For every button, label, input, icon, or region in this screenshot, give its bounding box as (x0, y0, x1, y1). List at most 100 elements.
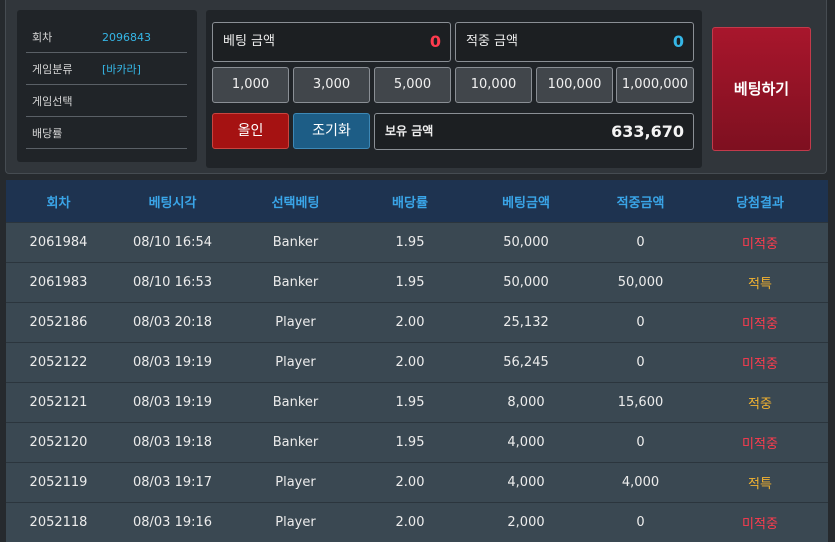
cell-round: 2052120 (6, 423, 111, 463)
info-row-round: 회차 2096843 (26, 24, 187, 53)
cell-odds: 2.00 (357, 303, 463, 343)
cell-win-amount: 15,600 (589, 383, 692, 423)
cell-bet-time: 08/03 19:16 (111, 503, 234, 542)
cell-round: 2052186 (6, 303, 111, 343)
info-label: 회차 (32, 24, 52, 52)
cell-bet-time: 08/03 19:18 (111, 423, 234, 463)
cell-bet-amount: 50,000 (463, 263, 589, 303)
cell-result: 적중 (692, 383, 828, 423)
bet-amount-value: 0 (430, 23, 441, 61)
all-in-button[interactable]: 올인 (212, 113, 289, 149)
cell-bet-amount: 4,000 (463, 423, 589, 463)
cell-odds: 1.95 (357, 223, 463, 263)
cell-odds: 1.95 (357, 263, 463, 303)
win-amount-field: 적중 금액 0 (455, 22, 694, 62)
cell-win-amount: 50,000 (589, 263, 692, 303)
cell-round: 2052121 (6, 383, 111, 423)
table-row: 2052118 08/03 19:16 Player 2.00 2,000 0 … (6, 503, 828, 542)
cell-bet-time: 08/10 16:53 (111, 263, 234, 303)
balance-label: 보유 금액 (385, 114, 433, 149)
cell-bet-time: 08/03 20:18 (111, 303, 234, 343)
cell-bet-amount: 2,000 (463, 503, 589, 542)
table-header-row: 회차 베팅시각 선택베팅 배당률 베팅금액 적중금액 당첨결과 (6, 180, 828, 223)
info-label: 게임분류 (32, 56, 72, 84)
balance-value: 633,670 (611, 114, 684, 149)
info-label: 게임선택 (32, 88, 72, 116)
cell-selection: Player (234, 463, 357, 503)
chip-1000000-button[interactable]: 1,000,000 (616, 67, 694, 103)
cell-win-amount: 0 (589, 503, 692, 542)
chip-100000-button[interactable]: 100,000 (536, 67, 613, 103)
cell-result: 적특 (692, 263, 828, 303)
cell-odds: 2.00 (357, 343, 463, 383)
bet-controls: 베팅 금액 0 적중 금액 0 1,000 3,000 5,000 10,000… (206, 10, 702, 168)
cell-selection: Banker (234, 263, 357, 303)
column-header-selection: 선택베팅 (234, 180, 357, 223)
cell-result: 적특 (692, 463, 828, 503)
cell-selection: Player (234, 303, 357, 343)
reset-button[interactable]: 조기화 (293, 113, 370, 149)
chip-10000-button[interactable]: 10,000 (455, 67, 532, 103)
chip-5000-button[interactable]: 5,000 (374, 67, 451, 103)
table-row: 2052120 08/03 19:18 Banker 1.95 4,000 0 … (6, 423, 828, 463)
cell-bet-amount: 4,000 (463, 463, 589, 503)
table-row: 2052121 08/03 19:19 Banker 1.95 8,000 15… (6, 383, 828, 423)
balance-field: 보유 금액 633,670 (374, 113, 694, 150)
cell-result: 미적중 (692, 503, 828, 542)
column-header-result: 당첨결과 (692, 180, 828, 223)
bet-amount-label: 베팅 금액 (223, 23, 275, 61)
cell-win-amount: 0 (589, 423, 692, 463)
cell-bet-amount: 25,132 (463, 303, 589, 343)
cell-result: 미적중 (692, 303, 828, 343)
info-label: 배당률 (32, 120, 62, 148)
cell-round: 2052119 (6, 463, 111, 503)
cell-bet-amount: 8,000 (463, 383, 589, 423)
cell-win-amount: 0 (589, 303, 692, 343)
chip-3000-button[interactable]: 3,000 (293, 67, 370, 103)
cell-bet-amount: 56,245 (463, 343, 589, 383)
cell-round: 2052122 (6, 343, 111, 383)
cell-win-amount: 0 (589, 223, 692, 263)
cell-selection: Player (234, 503, 357, 542)
column-header-bet-amount: 베팅금액 (463, 180, 589, 223)
info-row-game-type: 게임분류 [바카라] (26, 56, 187, 85)
cell-win-amount: 4,000 (589, 463, 692, 503)
table-row: 2061984 08/10 16:54 Banker 1.95 50,000 0… (6, 223, 828, 263)
chip-1000-button[interactable]: 1,000 (212, 67, 289, 103)
column-header-round: 회차 (6, 180, 111, 223)
cell-bet-amount: 50,000 (463, 223, 589, 263)
cell-odds: 1.95 (357, 383, 463, 423)
cell-selection: Player (234, 343, 357, 383)
bet-history-table: 회차 베팅시각 선택베팅 배당률 베팅금액 적중금액 당첨결과 2061984 … (6, 180, 828, 542)
table-row: 2052186 08/03 20:18 Player 2.00 25,132 0… (6, 303, 828, 343)
cell-result: 미적중 (692, 223, 828, 263)
cell-selection: Banker (234, 423, 357, 463)
column-header-win-amount: 적중금액 (589, 180, 692, 223)
win-amount-value: 0 (673, 23, 684, 61)
place-bet-button[interactable]: 베팅하기 (712, 27, 811, 151)
table-row: 2052119 08/03 19:17 Player 2.00 4,000 4,… (6, 463, 828, 503)
cell-bet-time: 08/03 19:19 (111, 383, 234, 423)
cell-selection: Banker (234, 223, 357, 263)
cell-bet-time: 08/03 19:17 (111, 463, 234, 503)
cell-round: 2052118 (6, 503, 111, 542)
column-header-bet-time: 베팅시각 (111, 180, 234, 223)
cell-odds: 2.00 (357, 503, 463, 542)
win-amount-label: 적중 금액 (466, 23, 518, 61)
table-row: 2061983 08/10 16:53 Banker 1.95 50,000 5… (6, 263, 828, 303)
table-row: 2052122 08/03 19:19 Player 2.00 56,245 0… (6, 343, 828, 383)
game-type-value: [바카라] (102, 56, 141, 84)
round-number: 2096843 (102, 24, 151, 52)
cell-selection: Banker (234, 383, 357, 423)
info-row-odds: 배당률 (26, 120, 187, 149)
cell-round: 2061983 (6, 263, 111, 303)
cell-odds: 2.00 (357, 463, 463, 503)
cell-round: 2061984 (6, 223, 111, 263)
cell-bet-time: 08/03 19:19 (111, 343, 234, 383)
bet-amount-field: 베팅 금액 0 (212, 22, 451, 62)
cell-bet-time: 08/10 16:54 (111, 223, 234, 263)
column-header-odds: 배당률 (357, 180, 463, 223)
round-info-panel: 회차 2096843 게임분류 [바카라] 게임선택 배당률 (17, 10, 197, 162)
cell-odds: 1.95 (357, 423, 463, 463)
info-row-game-select: 게임선택 (26, 88, 187, 117)
